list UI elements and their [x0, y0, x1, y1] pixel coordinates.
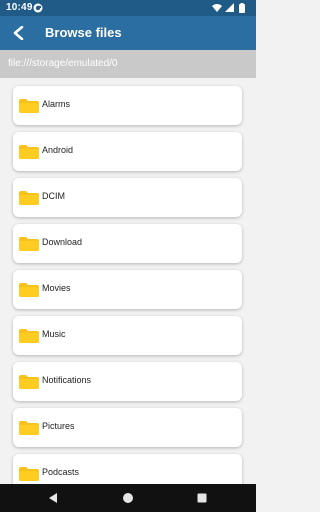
current-path: file:///storage/emulated/0: [8, 58, 118, 69]
folder-item-pictures[interactable]: Pictures: [13, 408, 242, 447]
status-time: 10:49: [6, 2, 33, 13]
nav-home-icon: [123, 493, 133, 503]
system-nav-bar: [0, 484, 256, 512]
folder-icon: [19, 191, 39, 205]
folder-icon: [19, 329, 39, 343]
folder-list[interactable]: Alarms Android DCIM Download Movies Musi…: [0, 78, 256, 484]
folder-icon: [19, 99, 39, 113]
folder-item-notifications[interactable]: Notifications: [13, 362, 242, 401]
folder-icon: [19, 421, 39, 435]
nav-back-button[interactable]: [46, 491, 60, 505]
battery-icon: [239, 3, 245, 13]
folder-label: Music: [42, 329, 66, 339]
page-title: Browse files: [45, 25, 122, 40]
folder-label: Download: [42, 237, 83, 247]
path-bar: file:///storage/emulated/0: [0, 50, 256, 78]
nav-recents-icon: [197, 493, 207, 503]
folder-label: Movies: [42, 283, 71, 293]
status-icons: [210, 2, 250, 14]
folder-icon: [19, 283, 39, 297]
folder-label: Alarms: [42, 99, 71, 109]
folder-label: DCIM: [42, 191, 65, 201]
app-bar: Browse files: [0, 16, 256, 50]
back-arrow-icon: [13, 26, 24, 40]
nav-recents-button[interactable]: [195, 491, 209, 505]
folder-item-dcim[interactable]: DCIM: [13, 178, 242, 217]
back-button[interactable]: [8, 22, 30, 44]
folder-icon: [19, 375, 39, 389]
folder-item-alarms[interactable]: Alarms: [13, 86, 242, 125]
folder-item-download[interactable]: Download: [13, 224, 242, 263]
wifi-icon: [212, 4, 222, 12]
cell-signal-icon: [225, 3, 234, 12]
folder-icon: [19, 237, 39, 251]
folder-item-movies[interactable]: Movies: [13, 270, 242, 309]
folder-label: Android: [42, 145, 74, 155]
folder-label: Notifications: [42, 375, 92, 385]
folder-item-music[interactable]: Music: [13, 316, 242, 355]
folder-label: Pictures: [42, 421, 75, 431]
folder-label: Podcasts: [42, 467, 80, 477]
status-bar: 10:49: [0, 0, 256, 16]
nav-home-button[interactable]: [121, 491, 135, 505]
nav-back-icon: [49, 493, 57, 503]
folder-item-podcasts[interactable]: Podcasts: [13, 454, 242, 484]
app-notification-icon: [33, 3, 43, 13]
folder-icon: [19, 145, 39, 159]
folder-item-android[interactable]: Android: [13, 132, 242, 171]
folder-icon: [19, 467, 39, 481]
